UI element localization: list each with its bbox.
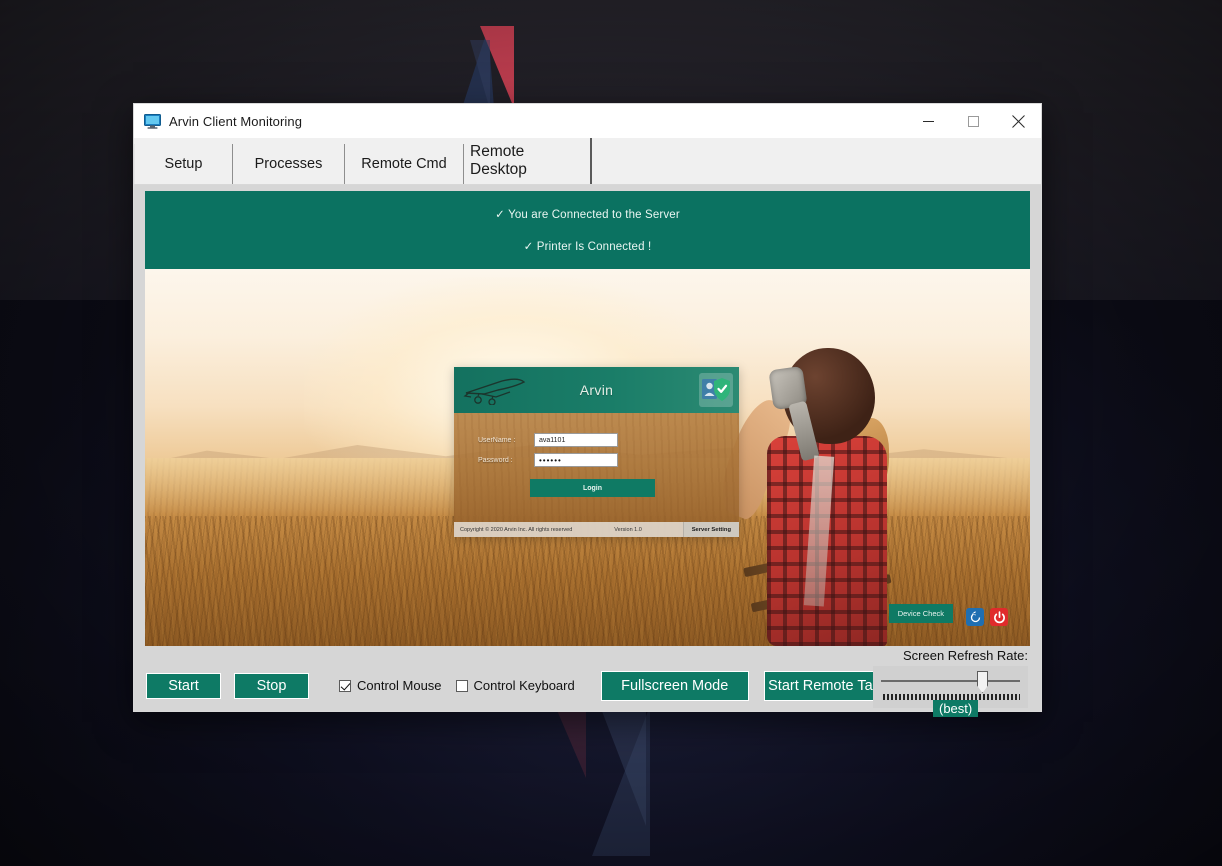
control-keyboard-checkbox[interactable]: Control Keyboard bbox=[455, 678, 575, 693]
username-row: UserName : ava1101 bbox=[478, 433, 618, 447]
control-mouse-label: Control Mouse bbox=[357, 678, 442, 693]
login-card-body: UserName : ava1101 Password : •••••• Log… bbox=[454, 413, 739, 537]
desktop-background: Arvin Client Monitoring Setup Processes … bbox=[0, 0, 1222, 866]
tab-setup[interactable]: Setup bbox=[134, 144, 233, 184]
tab-strip: Setup Processes Remote Cmd Remote Deskto… bbox=[134, 138, 1041, 185]
verified-id-badge-icon bbox=[699, 373, 733, 407]
airplane-icon bbox=[462, 375, 534, 410]
refresh-rate-value-badge: (best) bbox=[933, 700, 979, 717]
status-printer-connected: ✓ Printer Is Connected ! bbox=[523, 241, 652, 253]
version-text: Version 1.0 bbox=[614, 526, 642, 533]
login-brand-label: Arvin bbox=[579, 382, 614, 398]
password-input[interactable]: •••••• bbox=[534, 453, 618, 467]
minimize-button[interactable] bbox=[906, 104, 951, 138]
slider-thumb[interactable] bbox=[977, 671, 988, 693]
window-title: Arvin Client Monitoring bbox=[169, 113, 303, 129]
remote-desktop-view[interactable]: Arvin UserName: ava1101 Password: ••••… bbox=[145, 269, 1030, 646]
wallpaper-shard-blue-accent bbox=[468, 40, 490, 110]
wallpaper-shard-lower-blue2 bbox=[600, 706, 646, 826]
control-keyboard-checkbox-box[interactable] bbox=[455, 679, 468, 692]
close-button[interactable] bbox=[996, 104, 1041, 138]
refresh-icon[interactable] bbox=[966, 608, 984, 626]
screen-refresh-rate-panel: Screen Refresh Rate: (best) bbox=[873, 648, 1028, 717]
slider-track bbox=[881, 680, 1020, 682]
refresh-rate-slider[interactable]: (best) bbox=[873, 666, 1028, 717]
monitor-icon bbox=[144, 113, 161, 129]
control-keyboard-label: Control Keyboard bbox=[473, 678, 575, 693]
username-label: UserName : bbox=[478, 436, 516, 444]
tab-remote-cmd[interactable]: Remote Cmd bbox=[345, 144, 464, 184]
control-mouse-checkbox[interactable]: Control Mouse bbox=[339, 678, 442, 693]
screen-refresh-rate-label: Screen Refresh Rate: bbox=[902, 648, 1028, 663]
maximize-button[interactable] bbox=[951, 104, 996, 138]
start-button[interactable]: Start bbox=[146, 672, 221, 699]
fullscreen-mode-button[interactable]: Fullscreen Mode bbox=[600, 670, 749, 701]
wallpaper-shard-lower-red bbox=[556, 708, 586, 778]
login-button[interactable]: Login bbox=[530, 479, 655, 497]
copyright-text: Copyright © 2020 Arvin Inc. All rights r… bbox=[460, 526, 573, 533]
connection-status-banner: ✓ You are Connected to the Server ✓ Prin… bbox=[145, 191, 1030, 269]
title-bar-left: Arvin Client Monitoring bbox=[134, 113, 303, 129]
tab-processes[interactable]: Processes bbox=[233, 144, 345, 184]
remote-login-card: Arvin UserName: ava1101 Password: ••••… bbox=[454, 367, 739, 537]
power-icon[interactable] bbox=[990, 608, 1008, 626]
app-body: ✓ You are Connected to the Server ✓ Prin… bbox=[134, 185, 1041, 717]
login-card-footer: Copyright © 2020 Arvin Inc. All rights r… bbox=[454, 522, 739, 537]
tab-strip-filler bbox=[592, 138, 1041, 184]
stop-button[interactable]: Stop bbox=[234, 672, 309, 699]
app-window: Arvin Client Monitoring Setup Processes … bbox=[133, 103, 1042, 717]
footer-controls: Start Stop Control Mouse Control Keyboar… bbox=[145, 646, 1030, 717]
window-controls bbox=[906, 104, 1041, 138]
server-setting-button[interactable]: Server Setting bbox=[682, 522, 739, 537]
login-card-header: Arvin bbox=[454, 367, 739, 413]
device-check-button[interactable]: Device Check bbox=[888, 604, 953, 623]
status-server-connected: ✓ You are Connected to the Server bbox=[495, 209, 680, 221]
tab-remote-desktop[interactable]: Remote Desktop bbox=[464, 138, 592, 184]
control-mouse-checkbox-box[interactable] bbox=[339, 679, 351, 692]
username-input[interactable]: ava1101 bbox=[534, 433, 618, 447]
title-bar: Arvin Client Monitoring bbox=[134, 104, 1041, 138]
password-label: Password : bbox=[478, 456, 513, 464]
password-row: Password : •••••• bbox=[478, 453, 618, 467]
